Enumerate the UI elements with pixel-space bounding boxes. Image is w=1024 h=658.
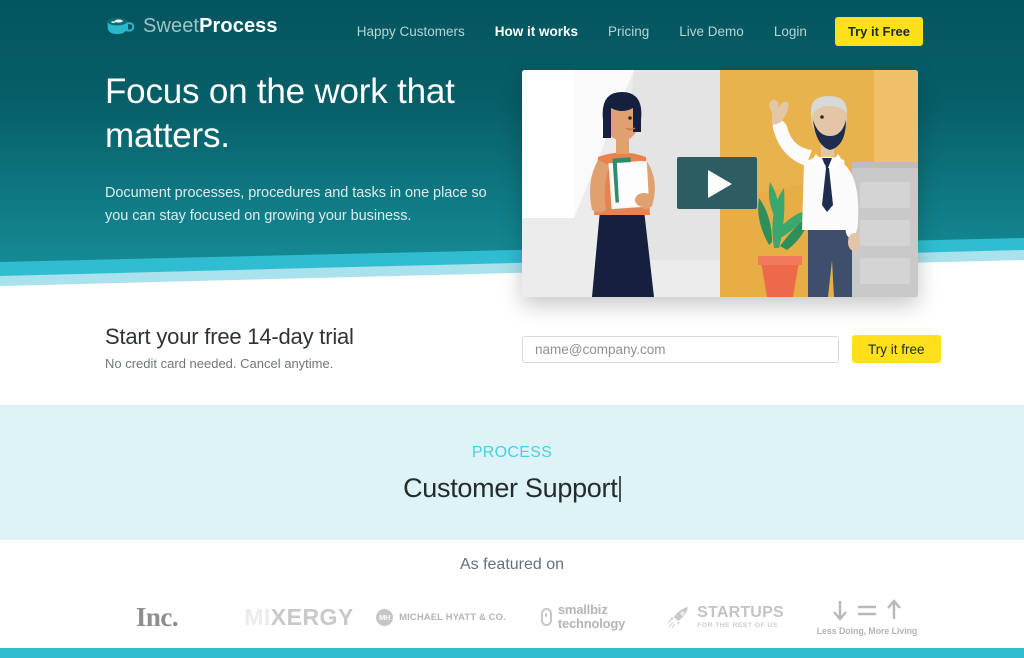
top-navigation: SweetProcess Happy Customers How it work… [0,0,1024,58]
brand-wordmark: SweetProcess [143,15,278,38]
trial-email-input[interactable] [522,335,839,363]
smallbiz-lockup: smallbiz technology [540,602,626,631]
hero-title-line-1: Focus on the work that [105,72,455,111]
process-eyebrow-label: PROCESS [471,444,553,461]
hero-title: Focus on the work that matters. [105,70,505,159]
nav-item-pricing[interactable]: Pricing [608,19,649,44]
featured-on-heading: As featured on [459,556,565,573]
hero-subtitle-line-2: you can stay focused on growing your bus… [105,208,412,225]
mh-monogram-icon: MH [376,608,394,626]
hero-copy: Focus on the work that matters. Document… [105,70,505,229]
hero-subtitle-line-1: Document processes, procedures and tasks… [105,184,487,201]
smallbiz-line-1: smallbiz [557,602,608,618]
press-logo-less-doing[interactable]: Less Doing, More Living [796,594,938,640]
hero-subtitle: Document processes, procedures and tasks… [105,182,505,229]
press-logo-row: Inc. MI XERGY MH MICHAEL HYATT & CO. smal… [0,594,1024,640]
nav-item-happy-customers[interactable]: Happy Customers [357,19,465,44]
less-doing-lockup: Less Doing, More Living [816,598,918,636]
press-logo-smallbiz-technology[interactable]: smallbiz technology [512,594,654,640]
process-showcase-band: PROCESS Customer Support [0,405,1024,540]
press-logo-mixergy[interactable]: MI XERGY [228,594,370,640]
nav-try-it-free-button[interactable]: Try it Free [834,17,923,46]
brand-logo-link[interactable]: SweetProcess [105,14,278,38]
trial-heading: Start your free 14-day trial [105,324,354,349]
mixergy-wordmark: MI XERGY [244,604,354,631]
rocket-icon [667,607,689,629]
nav-links: Happy Customers How it works Pricing Liv… [327,17,923,46]
nav-item-how-it-works[interactable]: How it works [495,19,578,44]
less-doing-tagline: Less Doing, More Living [816,625,918,636]
startups-sub-text: FOR THE REST OF US [697,621,778,629]
michael-hyatt-wordmark: MICHAEL HYATT & CO. [399,611,506,623]
process-name-text: Customer Support [403,473,618,503]
nav-item-live-demo[interactable]: Live Demo [679,19,744,44]
coffee-cup-icon [107,17,135,34]
typing-caret-icon [619,475,621,502]
mixergy-prefix: MI [244,603,271,630]
featured-on-section: As featured on Inc. MI XERGY MH MICHAEL H… [0,540,1024,648]
brand-name-bold: Process [199,14,278,37]
startups-wordmark: STARTUPS FOR THE REST OF US [697,604,784,629]
startups-main-text: STARTUPS [697,604,784,622]
video-illustration [522,70,918,297]
page-bottom-accent-bar [0,648,1024,658]
press-logo-startups[interactable]: STARTUPS FOR THE REST OF US [654,594,796,640]
hero-title-line-2: matters. [105,116,230,156]
michael-hyatt-lockup: MH MICHAEL HYATT & CO. [376,608,506,626]
hero-video-thumbnail[interactable] [522,70,918,297]
process-name-row: Customer Support [403,473,621,504]
trial-submit-button[interactable]: Try it free [852,335,941,363]
computer-mouse-icon [540,608,552,626]
press-logo-michael-hyatt[interactable]: MH MICHAEL HYATT & CO. [370,594,512,640]
press-logo-inc[interactable]: Inc. [86,594,228,640]
inc-wordmark: Inc. [135,601,179,632]
free-trial-section: Start your free 14-day trial No credit c… [0,300,1024,405]
smallbiz-wordmark: smallbiz technology [557,602,626,631]
startups-lockup: STARTUPS FOR THE REST OF US [666,604,784,630]
brand-name-light: Sweet [143,14,200,37]
arrows-equals-icon [833,598,901,621]
trial-signup-form: Try it free [522,335,941,363]
smallbiz-line-2: technology [557,616,626,631]
nav-item-login[interactable]: Login [774,19,807,44]
mixergy-suffix: XERGY [270,603,354,630]
page-root: SweetProcess Happy Customers How it work… [0,0,1024,658]
trial-note: No credit card needed. Cancel anytime. [105,356,334,371]
